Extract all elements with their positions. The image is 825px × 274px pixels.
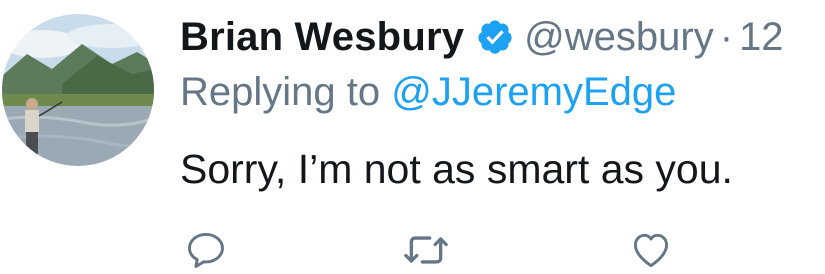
replying-to-label: Replying to bbox=[180, 70, 392, 114]
tweet-actions bbox=[0, 226, 825, 274]
avatar-photo bbox=[2, 14, 154, 166]
retweet-button[interactable] bbox=[400, 226, 452, 274]
tweet-header: Brian Wesbury @wesbury · 12 bbox=[180, 12, 784, 62]
replying-to: Replying to @JJeremyEdge bbox=[180, 70, 676, 115]
like-icon bbox=[633, 233, 669, 268]
reply-icon bbox=[188, 232, 224, 268]
avatar[interactable] bbox=[2, 14, 154, 166]
tweet-text: Sorry, I’m not as smart as you. bbox=[180, 146, 733, 192]
retweet-icon bbox=[404, 236, 448, 264]
display-name[interactable]: Brian Wesbury bbox=[180, 15, 464, 60]
tweet[interactable]: Brian Wesbury @wesbury · 12 Replying to … bbox=[0, 0, 825, 274]
reply-button[interactable] bbox=[180, 226, 232, 274]
reply-mention-link[interactable]: @JJeremyEdge bbox=[391, 70, 676, 114]
like-button[interactable] bbox=[625, 226, 677, 274]
handle[interactable]: @wesbury bbox=[524, 15, 714, 60]
separator-dot: · bbox=[719, 14, 734, 59]
verified-badge-icon bbox=[476, 18, 514, 56]
timestamp[interactable]: 12 bbox=[739, 15, 784, 60]
